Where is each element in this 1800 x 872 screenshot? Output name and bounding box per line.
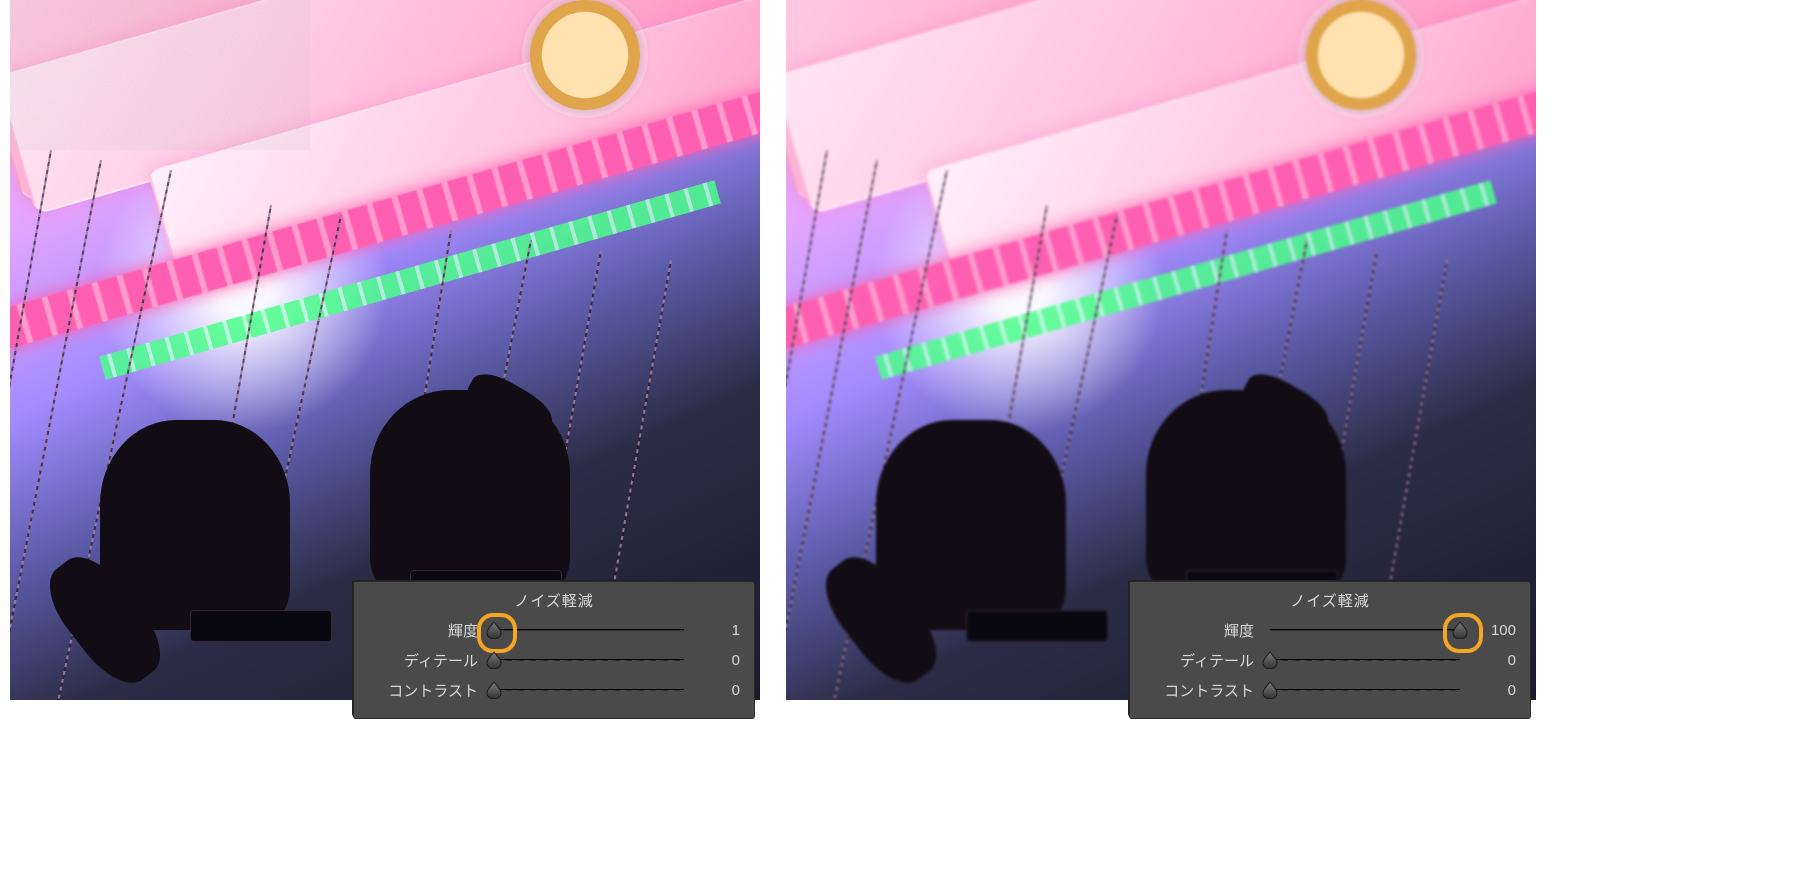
detail-row: ディテール 0 — [354, 645, 754, 675]
slider-knob-icon[interactable] — [1261, 651, 1279, 669]
slider-knob-icon[interactable] — [485, 651, 503, 669]
contrast-value: 0 — [1468, 682, 1516, 699]
contrast-label: コントラスト — [1144, 680, 1262, 701]
noise-reduction-panel-before: ノイズ軽減 輝度 1 ディテール 0 コントラスト — [354, 582, 754, 718]
panel-title: ノイズ軽減 — [1130, 582, 1530, 615]
luminance-label: 輝度 — [368, 620, 486, 641]
detail-value: 0 — [1468, 652, 1516, 669]
luminance-label: 輝度 — [1144, 620, 1262, 641]
slider-knob-icon[interactable] — [1261, 681, 1279, 699]
slider-knob-icon[interactable] — [485, 621, 503, 639]
contrast-slider[interactable] — [486, 680, 692, 700]
detail-label: ディテール — [368, 650, 486, 671]
slider-knob-icon[interactable] — [485, 681, 503, 699]
luminance-value: 100 — [1468, 622, 1516, 639]
contrast-slider[interactable] — [1262, 680, 1468, 700]
contrast-label: コントラスト — [368, 680, 486, 701]
detail-value: 0 — [692, 652, 740, 669]
detail-slider[interactable] — [1262, 650, 1468, 670]
luminance-row: 輝度 1 — [354, 615, 754, 645]
luminance-slider[interactable] — [486, 620, 692, 640]
luminance-value: 1 — [692, 622, 740, 639]
detail-slider[interactable] — [486, 650, 692, 670]
luminance-row: 輝度 100 — [1130, 615, 1530, 645]
luminance-slider[interactable] — [1262, 620, 1468, 640]
detail-row: ディテール 0 — [1130, 645, 1530, 675]
slider-knob-icon[interactable] — [1451, 621, 1469, 639]
noise-reduction-panel-after: ノイズ軽減 輝度 100 ディテール 0 コントラスト — [1130, 582, 1530, 718]
panel-title: ノイズ軽減 — [354, 582, 754, 615]
detail-label: ディテール — [1144, 650, 1262, 671]
contrast-row: コントラスト 0 — [1130, 675, 1530, 705]
contrast-value: 0 — [692, 682, 740, 699]
contrast-row: コントラスト 0 — [354, 675, 754, 705]
